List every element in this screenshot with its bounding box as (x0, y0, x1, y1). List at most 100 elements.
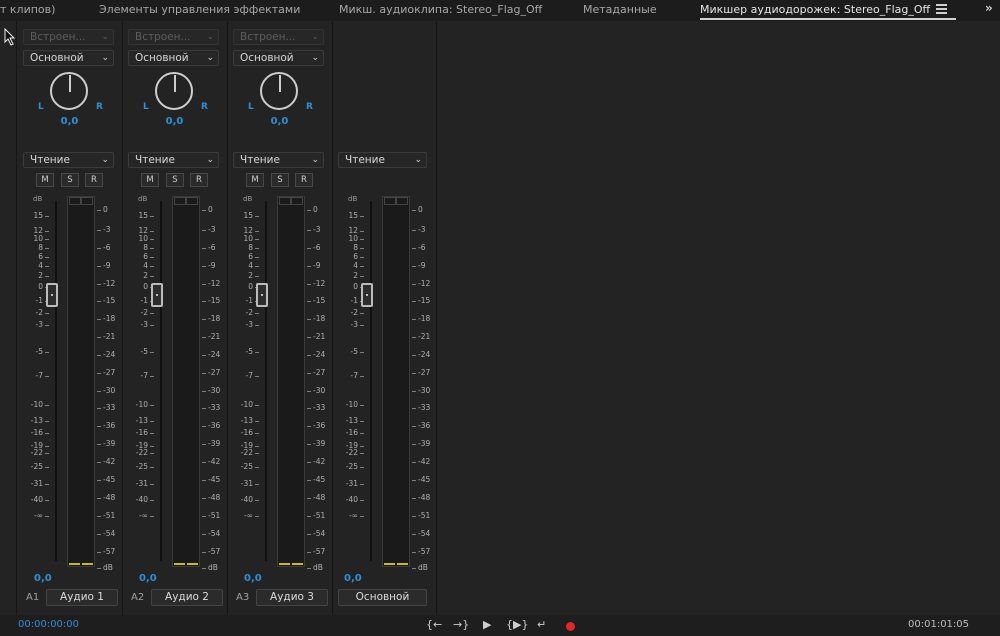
mute-button[interactable]: M (36, 173, 54, 187)
automation-mode-dropdown[interactable]: Чтение ⌄ (338, 152, 427, 168)
track-strip-a2: Встроен... ⌄ Основной ⌄ L R 0,0 Чтение ⌄ M … (122, 21, 227, 615)
play-in-to-out-button[interactable]: {▶} (506, 618, 528, 632)
record-enable-button[interactable]: R (190, 173, 208, 187)
fader-scale-tick (150, 248, 154, 249)
effect-slot-label: Встроен... (240, 31, 296, 43)
fader-scale-label: 6 (353, 252, 358, 261)
pan-right-label: R (306, 102, 313, 112)
fader-scale-tick (255, 239, 259, 240)
meter-scale-tick (202, 552, 206, 553)
solo-button[interactable]: S (61, 173, 79, 187)
volume-value[interactable]: 0,0 (244, 573, 262, 584)
fader-scale-tick (150, 405, 154, 406)
meter-scale-label: -57 (418, 547, 431, 556)
automation-mode-dropdown[interactable]: Чтение ⌄ (128, 152, 219, 168)
fader-scale-tick (360, 352, 364, 353)
loop-button[interactable]: ↵ (537, 618, 546, 632)
tab-project[interactable]: т клипов) (0, 3, 55, 16)
fader-scale-label: -1 (350, 296, 358, 305)
tab-audio-track-mixer[interactable]: Микшер аудиодорожек: Stereo_Flag_Off (700, 3, 930, 16)
effect-slot-dropdown[interactable]: Встроен... ⌄ (128, 29, 219, 45)
meter-scale-tick (307, 391, 311, 392)
fader-db-label: dB (243, 195, 253, 203)
solo-button[interactable]: S (166, 173, 184, 187)
volume-fader[interactable] (151, 283, 163, 307)
tab-metadata[interactable]: Метаданные (583, 3, 657, 16)
output-routing-dropdown[interactable]: Основной ⌄ (23, 50, 114, 66)
meter-scale-label: -15 (418, 296, 431, 305)
meter-scale-tick (412, 319, 416, 320)
peak-cap-left (279, 197, 291, 205)
fader-scale-tick (150, 376, 154, 377)
meter-scale-tick (412, 552, 416, 553)
go-to-in-point-button[interactable]: {← (426, 618, 442, 632)
fader-scale-tick (255, 484, 259, 485)
audio-track-mixer: Встроен... ⌄ Основной ⌄ L R 0,0 Чтение ⌄ M … (0, 21, 1000, 615)
tab-audio-clip-mixer[interactable]: Микш. аудиоклипа: Stereo_Flag_Off (339, 3, 542, 16)
fader-scale-tick (45, 216, 49, 217)
peak-cap-right (186, 197, 198, 205)
pan-knob[interactable] (50, 72, 88, 110)
pan-value[interactable]: 0,0 (17, 116, 122, 127)
meter-scale-tick (97, 516, 101, 517)
meter-scale-tick (412, 284, 416, 285)
effect-slot-dropdown[interactable]: Встроен... ⌄ (23, 29, 114, 45)
volume-fader[interactable] (46, 283, 58, 307)
volume-value[interactable]: 0,0 (139, 573, 157, 584)
meter-scale-tick (202, 373, 206, 374)
fader-scale-tick (45, 405, 49, 406)
fader-scale-label: -2 (245, 308, 253, 317)
volume-value[interactable]: 0,0 (34, 573, 52, 584)
hamburger-menu-icon[interactable] (936, 4, 947, 14)
meter-scale-tick (412, 444, 416, 445)
meter-scale-tick (412, 480, 416, 481)
output-routing-dropdown[interactable]: Основной ⌄ (233, 50, 324, 66)
mute-button[interactable]: M (141, 173, 159, 187)
fader-scale-tick (45, 433, 49, 434)
pan-value[interactable]: 0,0 (122, 116, 227, 127)
fader-scale-label: 10 (33, 234, 43, 243)
master-volume-fader[interactable] (361, 283, 373, 307)
play-button[interactable]: ▶ (483, 618, 491, 632)
fader-db-label: dB (138, 195, 148, 203)
level-meter (67, 196, 95, 567)
master-track-name[interactable]: Основной (338, 589, 427, 606)
track-name[interactable]: Аудио 1 (46, 589, 118, 606)
pan-value[interactable]: 0,0 (227, 116, 332, 127)
solo-button[interactable]: S (271, 173, 289, 187)
tab-effect-controls[interactable]: Элементы управления эффектами (99, 3, 300, 16)
fader-scale-label: -7 (140, 371, 148, 380)
peak-cap-left (69, 197, 81, 205)
meter-scale-tick (97, 426, 101, 427)
meter-scale-tick (307, 266, 311, 267)
record-enable-button[interactable]: R (85, 173, 103, 187)
effect-slot-dropdown[interactable]: Встроен... ⌄ (233, 29, 324, 45)
track-name[interactable]: Аудио 2 (151, 589, 223, 606)
meter-scale-tick (412, 426, 416, 427)
meter-scale-tick (97, 373, 101, 374)
track-name[interactable]: Аудио 3 (256, 589, 328, 606)
record-button[interactable] (566, 622, 575, 631)
fader-scale-tick (255, 500, 259, 501)
output-routing-label: Основной (30, 52, 84, 64)
automation-mode-dropdown[interactable]: Чтение ⌄ (233, 152, 324, 168)
meter-scale-tick (97, 301, 101, 302)
level-bar-right (397, 563, 408, 565)
fader-scale-tick (150, 216, 154, 217)
automation-mode-dropdown[interactable]: Чтение ⌄ (23, 152, 114, 168)
meter-scale-tick (97, 266, 101, 267)
go-to-out-point-button[interactable]: →} (453, 618, 469, 632)
mute-button[interactable]: M (246, 173, 264, 187)
record-enable-button[interactable]: R (295, 173, 313, 187)
pan-knob[interactable] (260, 72, 298, 110)
fader-scale-tick (255, 216, 259, 217)
output-routing-dropdown[interactable]: Основной ⌄ (128, 50, 219, 66)
pan-knob[interactable] (155, 72, 193, 110)
volume-fader[interactable] (256, 283, 268, 307)
double-chevron-right-icon[interactable]: » (985, 1, 993, 15)
master-volume-value[interactable]: 0,0 (344, 573, 362, 584)
current-timecode[interactable]: 00:00:00:00 (18, 619, 79, 630)
meter-scale-tick (97, 408, 101, 409)
meter-scale-label: -24 (418, 350, 431, 359)
fader-scale-tick (45, 421, 49, 422)
